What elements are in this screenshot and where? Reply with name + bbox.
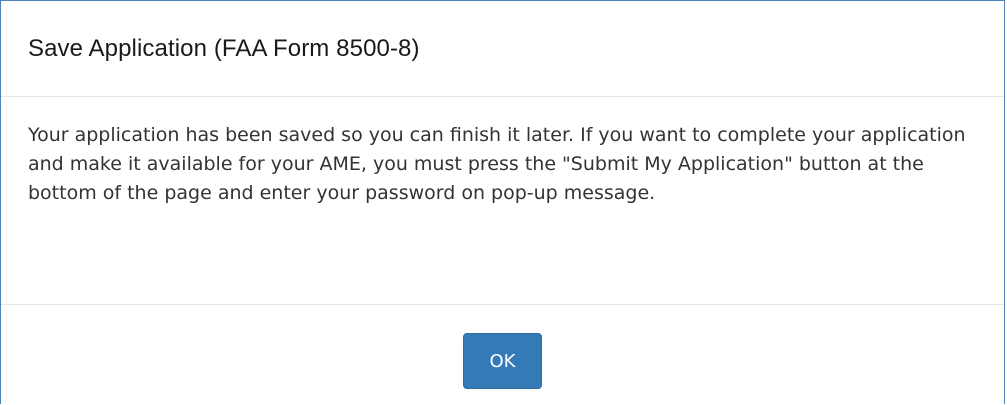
dialog-message: Your application has been saved so you c…: [28, 124, 966, 204]
dialog-body: Your application has been saved so you c…: [1, 97, 1004, 305]
dialog-footer: OK: [1, 305, 1004, 405]
dialog-title: Save Application (FAA Form 8500-8): [28, 34, 420, 62]
dialog-header: Save Application (FAA Form 8500-8): [1, 1, 1004, 97]
ok-button[interactable]: OK: [463, 333, 542, 389]
save-application-dialog: Save Application (FAA Form 8500-8) Your …: [0, 0, 1005, 404]
